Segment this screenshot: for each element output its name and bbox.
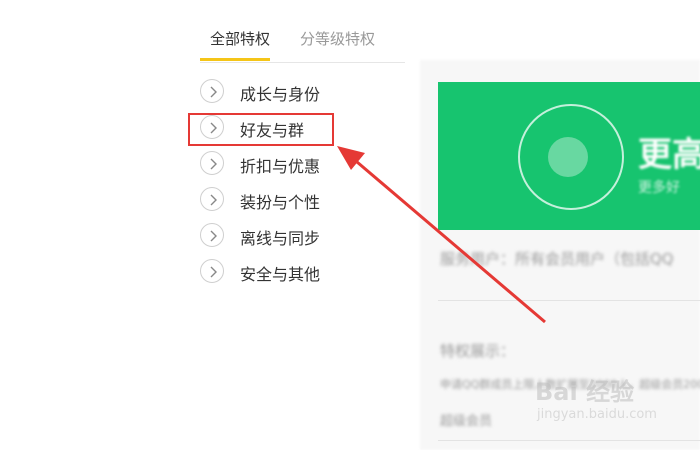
red-arrow-annotation <box>337 146 546 324</box>
